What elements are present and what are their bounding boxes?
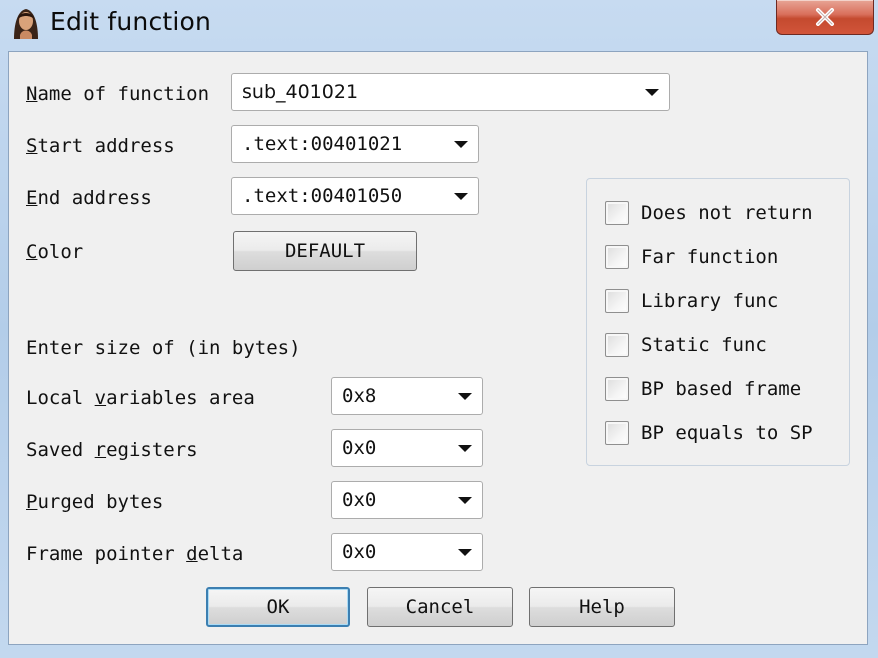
- checkbox-box[interactable]: [605, 289, 629, 313]
- edit-function-window: Edit function Name of function sub_40102…: [0, 0, 878, 658]
- saved-registers-value: 0x0: [342, 437, 377, 459]
- window-title: Edit function: [50, 7, 212, 36]
- close-button[interactable]: [776, 0, 874, 35]
- static-func-label: Static func: [641, 334, 767, 356]
- end-address-combo[interactable]: .text:00401050: [231, 177, 479, 215]
- size-section-heading: Enter size of (in bytes): [26, 337, 301, 359]
- purged-bytes-label: Purged bytes: [26, 491, 164, 513]
- end-address-value: .text:00401050: [242, 185, 403, 207]
- frame-pointer-delta-value: 0x0: [342, 541, 377, 563]
- local-variables-area-value: 0x8: [342, 385, 377, 407]
- bp-equals-to-sp-label: BP equals to SP: [641, 422, 813, 444]
- saved-registers-combo[interactable]: 0x0: [331, 429, 483, 467]
- bp-equals-to-sp-checkbox[interactable]: BP equals to SP: [605, 420, 813, 446]
- checkbox-box[interactable]: [605, 377, 629, 401]
- title-bar[interactable]: Edit function: [0, 0, 878, 46]
- start-address-value: .text:00401021: [242, 133, 403, 155]
- far-function-checkbox[interactable]: Far function: [605, 244, 778, 270]
- chevron-down-icon: [454, 140, 468, 148]
- help-button[interactable]: Help: [529, 587, 675, 627]
- frame-pointer-delta-combo[interactable]: 0x0: [331, 533, 483, 571]
- local-variables-area-combo[interactable]: 0x8: [331, 377, 483, 415]
- library-func-label: Library func: [641, 290, 779, 312]
- color-label: Color: [26, 241, 84, 263]
- chevron-down-icon: [454, 192, 468, 200]
- library-func-checkbox[interactable]: Library func: [605, 288, 778, 314]
- cancel-button[interactable]: Cancel: [367, 587, 513, 627]
- purged-bytes-value: 0x0: [342, 489, 377, 511]
- start-address-combo[interactable]: .text:00401021: [231, 125, 479, 163]
- function-flags-group: Does not return Far function Library fun…: [586, 178, 850, 466]
- app-icon: [14, 9, 38, 39]
- far-function-label: Far function: [641, 246, 779, 268]
- chevron-down-icon: [458, 392, 472, 400]
- name-of-function-value: sub_401021: [242, 81, 359, 103]
- name-of-function-label: Name of function: [26, 83, 210, 105]
- does-not-return-checkbox[interactable]: Does not return: [605, 200, 813, 226]
- name-of-function-combo[interactable]: sub_401021: [231, 73, 670, 111]
- chevron-down-icon: [458, 496, 472, 504]
- chevron-down-icon: [458, 548, 472, 556]
- frame-pointer-delta-label: Frame pointer delta: [26, 543, 244, 565]
- dialog-body: Name of function sub_401021 Start addres…: [8, 51, 868, 645]
- checkbox-box[interactable]: [605, 333, 629, 357]
- bp-based-frame-label: BP based frame: [641, 378, 802, 400]
- checkbox-box[interactable]: [605, 421, 629, 445]
- chevron-down-icon: [458, 444, 472, 452]
- static-func-checkbox[interactable]: Static func: [605, 332, 767, 358]
- ok-button[interactable]: OK: [206, 587, 350, 627]
- chevron-down-icon: [645, 88, 659, 96]
- bp-based-frame-checkbox[interactable]: BP based frame: [605, 376, 801, 402]
- start-address-label: Start address: [26, 135, 175, 157]
- color-default-button[interactable]: DEFAULT: [233, 231, 417, 271]
- end-address-label: End address: [26, 187, 152, 209]
- purged-bytes-combo[interactable]: 0x0: [331, 481, 483, 519]
- checkbox-box[interactable]: [605, 201, 629, 225]
- does-not-return-label: Does not return: [641, 202, 813, 224]
- saved-registers-label: Saved registers: [26, 439, 198, 461]
- checkbox-box[interactable]: [605, 245, 629, 269]
- close-icon: [816, 8, 834, 26]
- local-variables-area-label: Local variables area: [26, 387, 255, 409]
